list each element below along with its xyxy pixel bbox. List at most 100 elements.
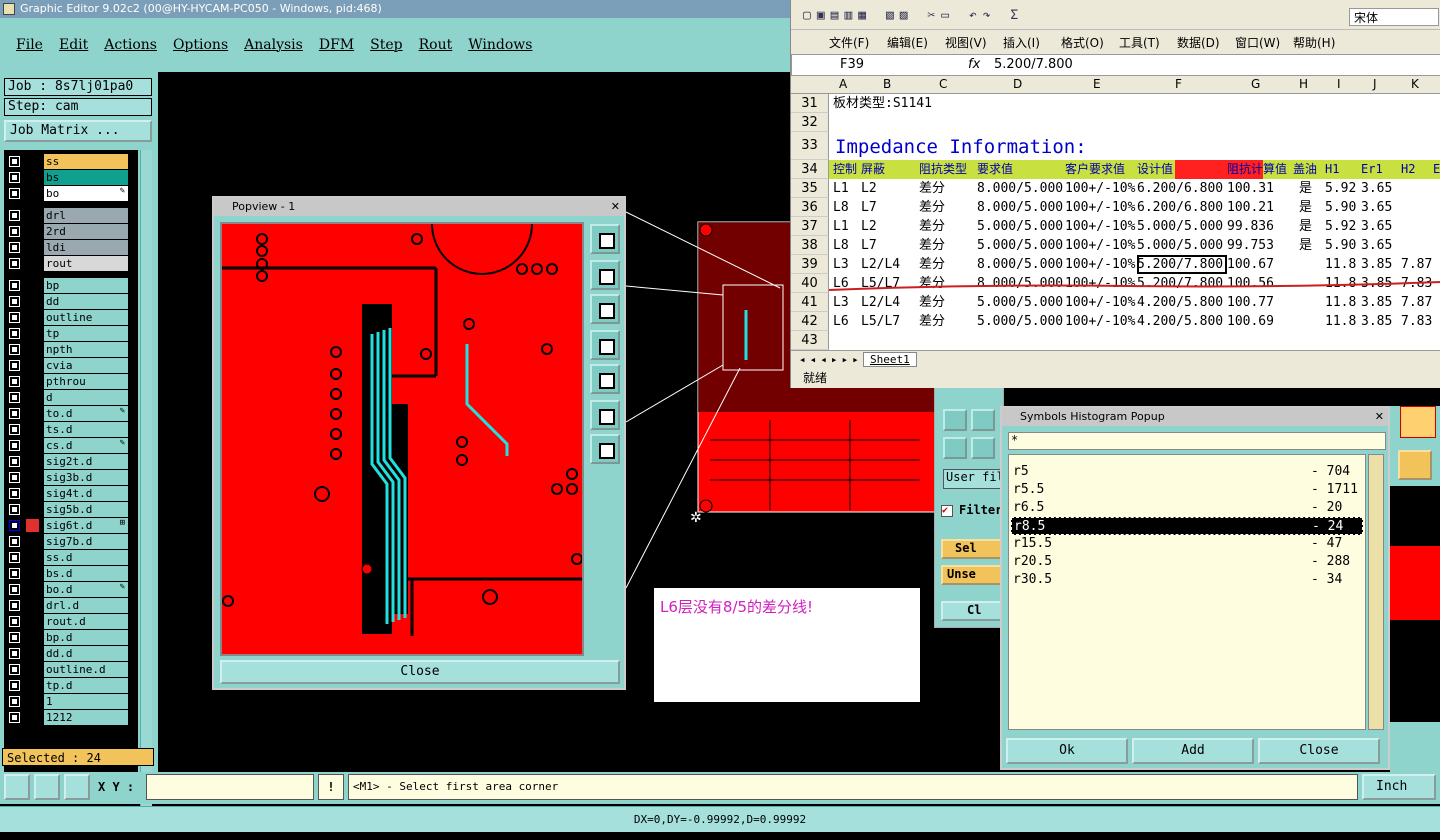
cell-i[interactable]: 11.8	[1325, 312, 1361, 331]
layer-row[interactable]: bp	[6, 278, 134, 293]
hdr-oil[interactable]: 盖油	[1293, 160, 1317, 179]
measure-icon[interactable]	[34, 774, 60, 800]
cell-h[interactable]: 是	[1299, 236, 1325, 255]
cell-i[interactable]: 5.90	[1325, 198, 1361, 217]
layer-name[interactable]: bp.d	[44, 630, 128, 645]
row-number[interactable]: 31	[791, 94, 829, 113]
layer-checkbox[interactable]	[9, 376, 20, 387]
xl-menu-tools[interactable]: 工具(T)	[1119, 34, 1160, 51]
cell-c[interactable]: 差分	[919, 179, 977, 198]
cell-d[interactable]: 5.000/5.000	[977, 217, 1065, 236]
cell-d[interactable]: 8.000/5.000	[977, 179, 1065, 198]
zoom-in-button[interactable]	[590, 400, 620, 430]
layer-name[interactable]: to.d	[44, 406, 128, 421]
hdr-customer[interactable]: 客户要求值	[1065, 160, 1125, 179]
layer-row[interactable]: outline.d	[6, 662, 134, 677]
row-number[interactable]: 43	[791, 331, 829, 350]
zoom-out-button[interactable]	[590, 434, 620, 464]
layer-checkbox[interactable]	[9, 156, 20, 167]
layer-checkbox[interactable]	[9, 172, 20, 183]
spreadsheet-grid[interactable]: 31 板材类型:S1141 32 33 Impedance Informatio…	[791, 94, 1440, 350]
cell-k[interactable]: 7.87	[1401, 255, 1440, 274]
units-select[interactable]: Inch	[1362, 774, 1436, 800]
xl-menu-insert[interactable]: 插入(I)	[1003, 34, 1040, 51]
cell-h[interactable]: 是	[1299, 179, 1325, 198]
hdr-er1[interactable]: Er1	[1361, 160, 1383, 179]
alert-icon[interactable]: !	[318, 774, 344, 800]
layer-row[interactable]: drl	[6, 208, 134, 223]
layer-row[interactable]: bo ✎	[6, 186, 134, 201]
layer-name[interactable]: ts.d	[44, 422, 128, 437]
cell-g[interactable]: 100.31	[1227, 179, 1299, 198]
xl-menu-file[interactable]: 文件(F)	[829, 34, 869, 51]
layer-row[interactable]: 1	[6, 694, 134, 709]
row-number[interactable]: 40	[791, 274, 829, 293]
cell-j[interactable]: 3.85	[1361, 312, 1401, 331]
hdr-design[interactable]: 设计值	[1137, 160, 1173, 179]
layer-name[interactable]: outline	[44, 310, 128, 325]
cell-j[interactable]: 3.85	[1361, 255, 1401, 274]
layer-row[interactable]: drl.d	[6, 598, 134, 613]
col-b[interactable]: B	[883, 77, 891, 91]
layer-name[interactable]: dd.d	[44, 646, 128, 661]
layer-checkbox[interactable]	[9, 584, 20, 595]
layer-name[interactable]: rout.d	[44, 614, 128, 629]
layer-row[interactable]: tp.d	[6, 678, 134, 693]
impedance-title[interactable]: Impedance Information:	[835, 134, 1087, 160]
cell-g[interactable]: 100.77	[1227, 293, 1299, 312]
layer-row[interactable]: d	[6, 390, 134, 405]
cell-a[interactable]: L6	[833, 312, 861, 331]
popview-canvas[interactable]	[220, 222, 584, 656]
row-number[interactable]: 38	[791, 236, 829, 255]
ok-button[interactable]: Ok	[1006, 738, 1128, 764]
xl-menu-window[interactable]: 窗口(W)	[1235, 34, 1280, 51]
cell-j[interactable]: 3.65	[1361, 236, 1401, 255]
layer-name[interactable]: sig4t.d	[44, 486, 128, 501]
menu-actions[interactable]: Actions	[104, 37, 157, 53]
hdr-calc[interactable]: 阻抗计算值	[1227, 160, 1287, 179]
col-e[interactable]: E	[1093, 77, 1101, 91]
cell-f[interactable]: 6.200/6.800	[1137, 198, 1227, 217]
layer-name[interactable]: outline.d	[44, 662, 128, 677]
xl-menu-format[interactable]: 格式(O)	[1061, 34, 1104, 51]
formula-input[interactable]: 5.200/7.800	[994, 57, 1073, 72]
cell-f[interactable]: 4.200/5.800	[1137, 293, 1227, 312]
user-filter-button[interactable]: User fil	[943, 469, 1005, 489]
hdr-e[interactable]: E	[1433, 160, 1440, 179]
layer-name[interactable]: ss.d	[44, 550, 128, 565]
col-c[interactable]: C	[939, 77, 947, 91]
hdr-required[interactable]: 要求值	[977, 160, 1013, 179]
cell-a[interactable]: L3	[833, 293, 861, 312]
layer-name[interactable]: sig6t.d	[44, 518, 128, 533]
cell-g[interactable]: 99.836	[1227, 217, 1299, 236]
cell-e[interactable]: 100+/-10%	[1065, 217, 1137, 236]
layer-row[interactable]: outline	[6, 310, 134, 325]
layer-row[interactable]: ss.d	[6, 550, 134, 565]
layer-checkbox[interactable]	[9, 712, 20, 723]
font-select[interactable]: 宋体	[1349, 8, 1439, 26]
menu-windows[interactable]: Windows	[468, 37, 532, 53]
cell-f[interactable]: 5.000/5.000	[1137, 217, 1227, 236]
layer-checkbox[interactable]	[9, 258, 20, 269]
layer-checkbox[interactable]	[9, 424, 20, 435]
symbol-list[interactable]: r5 - 704 r5.5 - 1711 r6.5 - 20 r8.5 - 24 r15.5 - …	[1008, 454, 1366, 730]
row-number[interactable]: 37	[791, 217, 829, 236]
layer-name[interactable]: bo	[44, 186, 128, 201]
cell-b[interactable]: L2	[861, 179, 919, 198]
layer-checkbox[interactable]	[9, 600, 20, 611]
layer-name[interactable]: drl	[44, 208, 128, 223]
col-d[interactable]: D	[1013, 77, 1022, 91]
layer-name[interactable]: cs.d	[44, 438, 128, 453]
pan-right-button[interactable]	[590, 364, 620, 394]
layer-checkbox[interactable]	[9, 328, 20, 339]
cell-d[interactable]: 5.000/5.000	[977, 293, 1065, 312]
layer-checkbox[interactable]	[9, 280, 20, 291]
cell-i[interactable]: 5.92	[1325, 179, 1361, 198]
layer-checkbox[interactable]	[9, 360, 20, 371]
cell-h[interactable]: 是	[1299, 217, 1325, 236]
layer-name[interactable]: bs	[44, 170, 128, 185]
layer-name[interactable]: 1212	[44, 710, 128, 725]
col-h[interactable]: H	[1299, 77, 1308, 91]
layer-name[interactable]: 1	[44, 694, 128, 709]
layer-name[interactable]: sig2t.d	[44, 454, 128, 469]
